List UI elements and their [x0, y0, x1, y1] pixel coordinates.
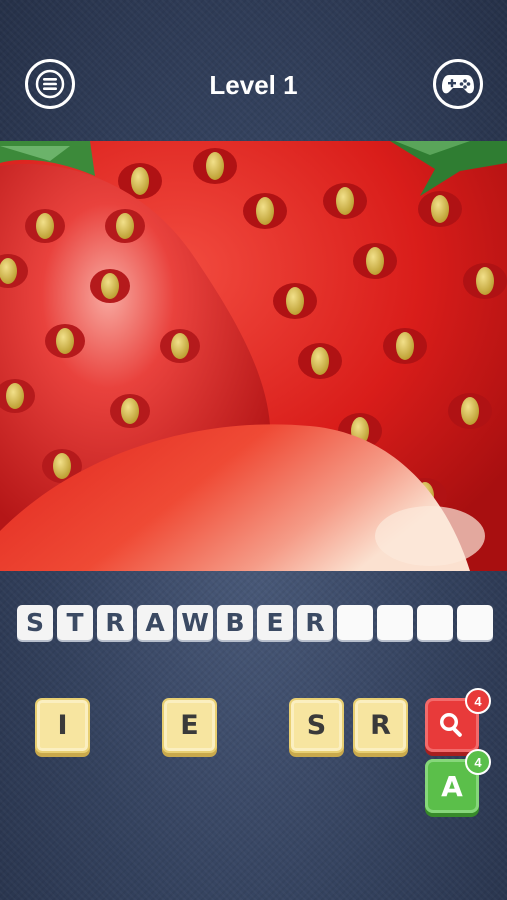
hint-count-badge: 4 — [465, 749, 491, 775]
letter-tile[interactable]: I — [35, 698, 90, 753]
reveal-search-hint-button[interactable]: 4 — [425, 688, 491, 752]
strawberry-photo — [0, 141, 507, 571]
answer-slot[interactable]: T — [57, 605, 93, 640]
answer-slot[interactable]: S — [17, 605, 53, 640]
answer-slot[interactable]: R — [297, 605, 333, 640]
answer-slot[interactable]: W — [177, 605, 213, 640]
answer-slot-empty[interactable] — [337, 605, 373, 640]
magnifier-icon — [440, 713, 462, 737]
letter-tile[interactable]: R — [353, 698, 408, 753]
answer-slots: S T R A W B E R — [17, 605, 493, 640]
letter-a-icon: A — [441, 769, 463, 803]
top-bar: Level 1 — [0, 0, 507, 140]
games-button[interactable] — [433, 59, 483, 109]
answer-slot-empty[interactable] — [457, 605, 493, 640]
answer-slot[interactable]: A — [137, 605, 173, 640]
puzzle-image — [0, 141, 507, 571]
answer-slot[interactable]: E — [257, 605, 293, 640]
answer-slot[interactable]: B — [217, 605, 253, 640]
letter-tile[interactable]: S — [289, 698, 344, 753]
hint-count-badge: 4 — [465, 688, 491, 714]
answer-slot-empty[interactable] — [377, 605, 413, 640]
reveal-letter-hint-button[interactable]: A 4 — [425, 749, 491, 813]
gamepad-icon — [442, 75, 474, 94]
level-title: Level 1 — [209, 70, 298, 100]
answer-slot-empty[interactable] — [417, 605, 453, 640]
answer-slot[interactable]: R — [97, 605, 133, 640]
letter-tile[interactable]: E — [162, 698, 217, 753]
